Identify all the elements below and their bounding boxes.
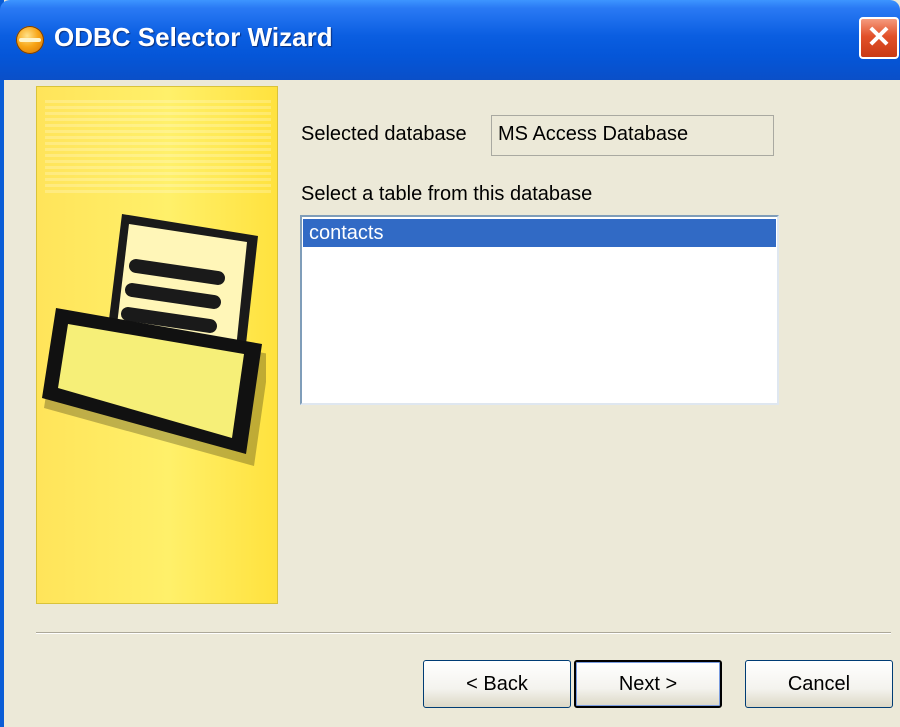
selected-database-label: Selected database	[301, 123, 467, 145]
title-bar[interactable]: ODBC Selector Wizard ✕	[0, 0, 900, 80]
next-button[interactable]: Next >	[574, 660, 722, 708]
side-panel-stripes	[45, 97, 271, 193]
back-button[interactable]: < Back	[423, 660, 571, 708]
cancel-button[interactable]: Cancel	[745, 660, 893, 708]
table-listbox[interactable]: contacts	[300, 215, 779, 405]
app-icon	[16, 26, 44, 54]
document-tray-icon	[42, 214, 266, 466]
list-item-contacts[interactable]: contacts	[303, 219, 776, 247]
button-divider	[36, 632, 891, 634]
close-button[interactable]: ✕	[859, 17, 899, 59]
wizard-window: ODBC Selector Wizard ✕ Selected database…	[0, 0, 900, 727]
selected-database-field: MS Access Database	[491, 115, 774, 156]
window-title: ODBC Selector Wizard	[54, 22, 333, 52]
close-icon: ✕	[866, 21, 892, 54]
table-prompt-label: Select a table from this database	[301, 183, 593, 205]
